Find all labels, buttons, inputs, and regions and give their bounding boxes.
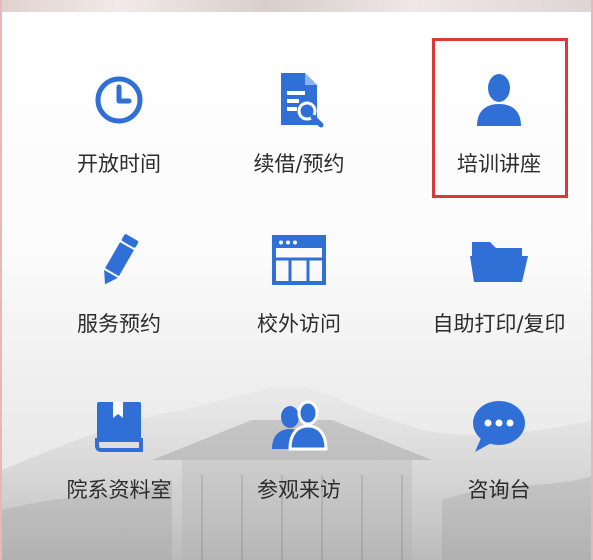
tile-label: 自助打印/复印 bbox=[432, 312, 566, 336]
tile-label: 开放时间 bbox=[77, 152, 161, 176]
tile-label: 续借/预约 bbox=[253, 152, 345, 176]
tile-label: 服务预约 bbox=[77, 312, 161, 336]
tile-label: 校外访问 bbox=[257, 312, 341, 336]
tile-visits[interactable]: 参观来访 bbox=[204, 394, 394, 534]
pencil-icon bbox=[87, 228, 151, 292]
tile-renew-reserve[interactable]: 续借/预约 bbox=[204, 68, 394, 208]
chat-bubble-icon bbox=[467, 394, 531, 458]
book-icon bbox=[87, 394, 151, 458]
tile-help-desk[interactable]: 咨询台 bbox=[404, 394, 591, 534]
tile-label: 咨询台 bbox=[467, 478, 531, 502]
tile-off-campus-access[interactable]: 校外访问 bbox=[204, 228, 394, 368]
tile-department-reading-room[interactable]: 院系资料室 bbox=[24, 394, 214, 534]
clock-icon bbox=[87, 68, 151, 132]
services-panel: 开放时间 续借/预约 培训讲座 服务预约 校外访问 自助打印/复印 院系资料室 … bbox=[0, 0, 593, 560]
selection-highlight-box bbox=[432, 38, 568, 198]
tile-opening-hours[interactable]: 开放时间 bbox=[24, 68, 214, 208]
tile-self-print-copy[interactable]: 自助打印/复印 bbox=[404, 228, 591, 368]
tile-service-booking[interactable]: 服务预约 bbox=[24, 228, 214, 368]
users-icon bbox=[267, 394, 331, 458]
tile-label: 参观来访 bbox=[257, 478, 341, 502]
document-search-icon bbox=[267, 68, 331, 132]
folder-icon bbox=[467, 228, 531, 292]
tile-label: 院系资料室 bbox=[66, 478, 172, 502]
browser-window-icon bbox=[267, 228, 331, 292]
